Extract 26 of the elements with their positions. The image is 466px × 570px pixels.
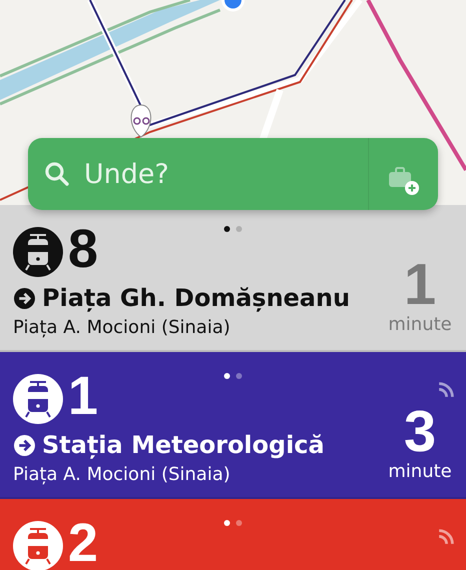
- line-number: 1: [68, 375, 98, 419]
- stop-label: Piața A. Mocioni (Sinaia): [13, 464, 232, 485]
- search-field[interactable]: Unde?: [84, 154, 368, 194]
- page-dot[interactable]: [224, 226, 230, 232]
- minutes-unit: minute: [388, 314, 452, 335]
- destination-label: Stația Meteorologică: [42, 431, 324, 459]
- minutes-value: 1: [404, 256, 436, 314]
- briefcase-plus-icon[interactable]: [389, 166, 419, 196]
- page-dot[interactable]: [224, 373, 230, 379]
- departure-card[interactable]: 2: [0, 499, 466, 570]
- departure-card[interactable]: 1 Stația Meteorologică Piața A. Mocioni (Sinaia) 3 minute: [0, 352, 466, 499]
- tram-icon: [13, 374, 63, 424]
- minutes-unit: minute: [388, 461, 452, 482]
- page-dot[interactable]: [224, 520, 230, 526]
- line-number: 2: [68, 522, 98, 566]
- line-number: 8: [68, 228, 98, 272]
- search-icon: [44, 161, 70, 187]
- page-dot[interactable]: [236, 373, 242, 379]
- tram-icon: [13, 521, 63, 570]
- stop-label: Piața A. Mocioni (Sinaia): [13, 317, 232, 338]
- page-dot[interactable]: [236, 226, 242, 232]
- search-bar[interactable]: Unde?: [28, 138, 438, 210]
- minutes-value: 3: [404, 403, 436, 461]
- destination-label: Piața Gh. Domășneanu: [42, 284, 350, 312]
- page-dot[interactable]: [236, 520, 242, 526]
- tram-icon: [13, 227, 63, 277]
